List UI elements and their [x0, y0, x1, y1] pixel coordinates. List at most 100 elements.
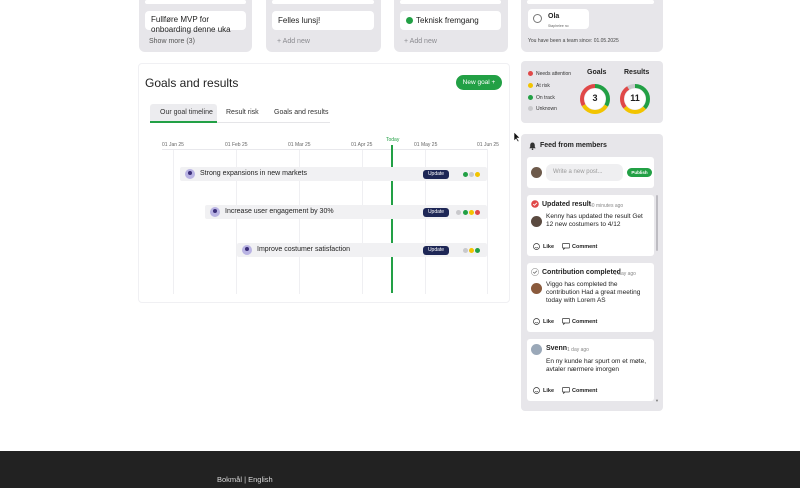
- post-text: Viggo has completed the contribution Had…: [546, 281, 641, 304]
- publish-button[interactable]: Publish: [627, 168, 652, 177]
- comment-button[interactable]: Comment: [572, 319, 597, 325]
- updated-icon: [531, 200, 539, 208]
- legend-unknown: Unknown: [528, 106, 557, 112]
- member-sub: Staphelee no: [548, 24, 569, 28]
- today-label: Today: [386, 137, 400, 143]
- card-partial[interactable]: [400, 0, 501, 4]
- tab-goals-and-results[interactable]: Goals and results: [274, 109, 328, 116]
- month-label: 01 Jun 25: [477, 142, 499, 148]
- mouse-cursor-icon: [513, 131, 521, 143]
- status-dot: [475, 172, 480, 177]
- team-member-card[interactable]: Ola Staphelee no: [528, 9, 589, 29]
- feed-scrollbar[interactable]: [656, 195, 658, 251]
- like-icon[interactable]: [533, 387, 540, 394]
- post-title: Svenn: [546, 345, 568, 352]
- month-label: 01 Jan 25: [162, 142, 184, 148]
- new-post-input[interactable]: Write a new post...: [546, 164, 623, 181]
- bell-icon: [529, 142, 536, 150]
- post-time: 40 minutes ago: [589, 203, 624, 209]
- like-icon[interactable]: [533, 318, 540, 325]
- add-new-link[interactable]: + Add new: [404, 38, 437, 45]
- like-icon[interactable]: [533, 243, 540, 250]
- card-partial[interactable]: [272, 0, 374, 4]
- page-title: Goals and results: [145, 76, 239, 90]
- avatar: [531, 167, 542, 178]
- goals-panel: [138, 63, 510, 303]
- avatar: [531, 216, 542, 227]
- results-ring-title: Results: [624, 69, 650, 76]
- comment-button[interactable]: Comment: [572, 244, 597, 250]
- show-more-link[interactable]: Show more (3): [149, 38, 195, 45]
- card-text: Fullføre MVP for onboarding denne uka: [151, 15, 231, 34]
- update-button[interactable]: Update: [423, 170, 449, 179]
- tab-result-risk[interactable]: Result risk: [226, 109, 259, 116]
- avatar: [531, 283, 542, 294]
- goal-icon: [242, 245, 252, 255]
- update-button[interactable]: Update: [423, 246, 449, 255]
- member-since-text: You have been a team since: 01.05.2025: [528, 38, 619, 44]
- month-label: 01 Mar 25: [288, 142, 311, 148]
- board-card[interactable]: Felles lunsj!: [272, 11, 374, 30]
- goals-ring-title: Goals: [587, 69, 607, 76]
- month-label: 01 Apr 25: [351, 142, 373, 148]
- post-time: 1 day ago: [614, 271, 636, 277]
- add-new-link[interactable]: + Add new: [277, 38, 310, 45]
- timeline-axis: [162, 149, 487, 150]
- status-dot: [463, 210, 468, 215]
- goal-icon: [210, 207, 220, 217]
- comment-icon[interactable]: [562, 243, 570, 250]
- legend-dot: [528, 71, 533, 76]
- update-button[interactable]: Update: [423, 208, 449, 217]
- status-dot: [469, 248, 474, 253]
- card-text: Felles lunsj!: [278, 16, 321, 25]
- language-switcher[interactable]: Bokmål | English: [217, 475, 273, 484]
- month-label: 01 May 25: [414, 142, 438, 148]
- new-goal-button[interactable]: New goal +: [456, 75, 502, 90]
- post-title: Updated result: [542, 201, 592, 208]
- comment-icon[interactable]: [562, 318, 570, 325]
- month-label: 01 Feb 25: [225, 142, 248, 148]
- card-text: Teknisk fremgang: [416, 16, 479, 25]
- card-partial: [527, 0, 654, 4]
- comment-button[interactable]: Comment: [572, 388, 597, 394]
- like-button[interactable]: Like: [543, 319, 554, 325]
- post-title: Contribution completed: [542, 269, 621, 276]
- status-dot-icon: [406, 17, 413, 24]
- post-text: Kenny has updated the result Get 12 new …: [546, 213, 643, 228]
- grid-line: [487, 149, 488, 294]
- card-partial[interactable]: [145, 0, 246, 4]
- results-count: 11: [630, 93, 640, 103]
- post-time: 1 day ago: [567, 347, 589, 353]
- legend-on-track: On track: [528, 95, 555, 101]
- status-dot: [469, 210, 474, 215]
- legend-dot: [528, 83, 533, 88]
- like-button[interactable]: Like: [543, 388, 554, 394]
- completed-icon: [531, 268, 539, 276]
- scroll-down-icon[interactable]: ▼: [655, 398, 659, 403]
- tab-active-indicator: [150, 121, 217, 123]
- goal-label: Improve costumer satisfaction: [257, 246, 350, 253]
- legend-dot: [528, 106, 533, 111]
- comment-icon[interactable]: [562, 387, 570, 394]
- post-text: En ny kunde har spurt om et møte, avtale…: [546, 358, 647, 373]
- legend-dot: [528, 95, 533, 100]
- feed-title: Feed from members: [540, 142, 607, 149]
- status-dot: [475, 210, 480, 215]
- goals-count: 3: [592, 93, 598, 103]
- goal-label: Strong expansions in new markets: [200, 170, 307, 177]
- grid-line: [173, 149, 174, 294]
- user-icon: [533, 14, 542, 23]
- status-dot: [456, 210, 461, 215]
- status-dot: [463, 172, 468, 177]
- legend-at-risk: At risk: [528, 83, 550, 89]
- goal-label: Increase user engagement by 30%: [225, 208, 334, 215]
- legend-needs-attention: Needs attention: [528, 71, 571, 77]
- board-card[interactable]: Teknisk fremgang: [400, 11, 501, 30]
- status-dot: [469, 172, 474, 177]
- status-dot: [463, 248, 468, 253]
- board-card[interactable]: Fullføre MVP for onboarding denne uka: [145, 11, 246, 34]
- footer: [0, 451, 800, 488]
- like-button[interactable]: Like: [543, 244, 554, 250]
- tab-our-goal-timeline[interactable]: Our goal timeline: [160, 109, 213, 116]
- status-dot: [475, 248, 480, 253]
